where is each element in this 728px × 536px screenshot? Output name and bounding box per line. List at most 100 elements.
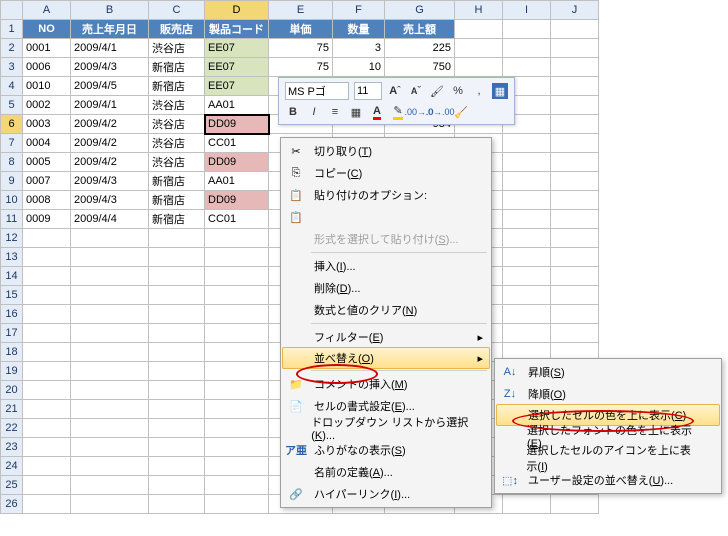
cell-2-J[interactable] — [551, 39, 599, 58]
cell-7-C[interactable]: 渋谷店 — [149, 134, 205, 153]
cell-9-A[interactable]: 0007 — [23, 172, 71, 191]
cell-2-F[interactable]: 3 — [333, 39, 385, 58]
menu-item-15[interactable]: ドロップダウン リストから選択(K)... — [283, 417, 489, 439]
menu-item-3[interactable]: 📋 — [283, 206, 489, 228]
cell-1-H[interactable] — [455, 20, 503, 39]
menu-item-1[interactable]: Z↓降順(O) — [497, 383, 719, 405]
cell-2-E[interactable]: 75 — [269, 39, 333, 58]
row-header-16[interactable]: 16 — [1, 305, 23, 324]
sort-submenu[interactable]: A↓昇順(S)Z↓降順(O)選択したセルの色を上に表示(C)選択したフォントの色… — [494, 358, 722, 494]
menu-item-11[interactable]: 並べ替え(O)▸ — [282, 347, 490, 369]
comma-icon[interactable]: , — [471, 83, 487, 99]
cell-25-C[interactable] — [149, 476, 205, 495]
cell-16-D[interactable] — [205, 305, 269, 324]
cell-8-D[interactable]: DD09 — [205, 153, 269, 172]
cell-14-I[interactable] — [503, 267, 551, 286]
row-header-12[interactable]: 12 — [1, 229, 23, 248]
row-header-15[interactable]: 15 — [1, 286, 23, 305]
cell-26-D[interactable] — [205, 495, 269, 514]
cell-3-I[interactable] — [503, 58, 551, 77]
cell-5-D[interactable]: AA01 — [205, 96, 269, 115]
bold-icon[interactable]: B — [285, 104, 301, 120]
cell-12-A[interactable] — [23, 229, 71, 248]
cell-17-I[interactable] — [503, 324, 551, 343]
cell-16-A[interactable] — [23, 305, 71, 324]
cell-3-B[interactable]: 2009/4/3 — [71, 58, 149, 77]
cell-25-D[interactable] — [205, 476, 269, 495]
cell-2-B[interactable]: 2009/4/1 — [71, 39, 149, 58]
row-header-23[interactable]: 23 — [1, 438, 23, 457]
col-header-F[interactable]: F — [333, 1, 385, 20]
cell-15-J[interactable] — [551, 286, 599, 305]
cell-16-C[interactable] — [149, 305, 205, 324]
align-icon[interactable]: ≡ — [327, 104, 343, 120]
menu-item-4[interactable]: 選択したセルのアイコンを上に表示(I) — [497, 447, 719, 469]
cell-1-C[interactable]: 販売店 — [149, 20, 205, 39]
cell-19-A[interactable] — [23, 362, 71, 381]
font-color-icon[interactable]: A — [369, 104, 385, 120]
cell-22-D[interactable] — [205, 419, 269, 438]
cell-22-B[interactable] — [71, 419, 149, 438]
cell-10-A[interactable]: 0008 — [23, 191, 71, 210]
cell-6-J[interactable] — [551, 115, 599, 134]
row-header-20[interactable]: 20 — [1, 381, 23, 400]
border-icon[interactable]: ▦ — [348, 104, 364, 120]
cell-15-A[interactable] — [23, 286, 71, 305]
cell-17-D[interactable] — [205, 324, 269, 343]
cell-21-A[interactable] — [23, 400, 71, 419]
cell-20-B[interactable] — [71, 381, 149, 400]
row-header-8[interactable]: 8 — [1, 153, 23, 172]
cell-13-D[interactable] — [205, 248, 269, 267]
cell-22-C[interactable] — [149, 419, 205, 438]
cell-4-A[interactable]: 0010 — [23, 77, 71, 96]
cell-20-D[interactable] — [205, 381, 269, 400]
cell-1-D[interactable]: 製品コード — [205, 20, 269, 39]
cell-15-B[interactable] — [71, 286, 149, 305]
col-header-G[interactable]: G — [385, 1, 455, 20]
row-header-21[interactable]: 21 — [1, 400, 23, 419]
cell-1-G[interactable]: 売上額 — [385, 20, 455, 39]
tools-icon[interactable]: ▦ — [492, 83, 508, 99]
menu-item-10[interactable]: フィルター(E)▸ — [283, 326, 489, 348]
cell-23-D[interactable] — [205, 438, 269, 457]
cell-9-C[interactable]: 新宿店 — [149, 172, 205, 191]
cell-6-D[interactable]: DD09 — [205, 115, 269, 134]
cell-10-B[interactable]: 2009/4/3 — [71, 191, 149, 210]
row-header-1[interactable]: 1 — [1, 20, 23, 39]
menu-item-0[interactable]: A↓昇順(S) — [497, 361, 719, 383]
menu-item-8[interactable]: 数式と値のクリア(N) — [283, 299, 489, 321]
cell-1-J[interactable] — [551, 20, 599, 39]
cell-16-I[interactable] — [503, 305, 551, 324]
row-header-19[interactable]: 19 — [1, 362, 23, 381]
col-header-A[interactable]: A — [23, 1, 71, 20]
cell-5-C[interactable]: 渋谷店 — [149, 96, 205, 115]
row-header-14[interactable]: 14 — [1, 267, 23, 286]
cell-7-D[interactable]: CC01 — [205, 134, 269, 153]
cell-23-C[interactable] — [149, 438, 205, 457]
cell-14-D[interactable] — [205, 267, 269, 286]
menu-item-17[interactable]: 名前の定義(A)... — [283, 461, 489, 483]
cell-6-B[interactable]: 2009/4/2 — [71, 115, 149, 134]
row-header-4[interactable]: 4 — [1, 77, 23, 96]
format-painter-icon[interactable]: 🖌 — [429, 83, 445, 99]
cell-4-J[interactable] — [551, 77, 599, 96]
cell-12-J[interactable] — [551, 229, 599, 248]
cell-17-C[interactable] — [149, 324, 205, 343]
cell-18-B[interactable] — [71, 343, 149, 362]
row-header-7[interactable]: 7 — [1, 134, 23, 153]
cell-7-I[interactable] — [503, 134, 551, 153]
cell-10-D[interactable]: DD09 — [205, 191, 269, 210]
row-header-2[interactable]: 2 — [1, 39, 23, 58]
row-header-6[interactable]: 6 — [1, 115, 23, 134]
clear-icon[interactable]: 🧹 — [453, 104, 469, 120]
row-header-17[interactable]: 17 — [1, 324, 23, 343]
cell-6-A[interactable]: 0003 — [23, 115, 71, 134]
menu-item-13[interactable]: 📁コメントの挿入(M) — [283, 373, 489, 395]
cell-11-D[interactable]: CC01 — [205, 210, 269, 229]
cell-2-D[interactable]: EE07 — [205, 39, 269, 58]
menu-item-0[interactable]: ✂切り取り(T) — [283, 140, 489, 162]
cell-12-I[interactable] — [503, 229, 551, 248]
cell-18-C[interactable] — [149, 343, 205, 362]
menu-item-16[interactable]: ア亜ふりがなの表示(S) — [283, 439, 489, 461]
cell-24-C[interactable] — [149, 457, 205, 476]
